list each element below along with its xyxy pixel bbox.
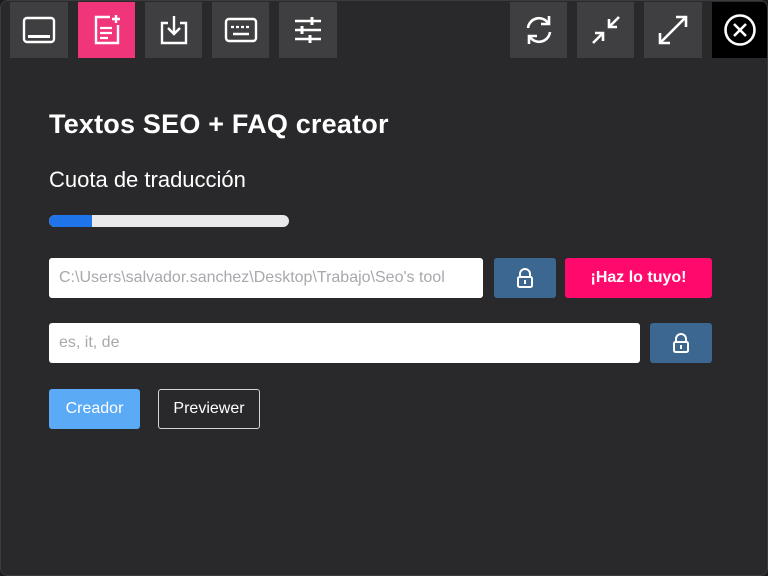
languages-lock-button[interactable] [650, 323, 712, 363]
refresh-button[interactable] [510, 2, 567, 58]
window-toggle-button[interactable] [10, 2, 68, 58]
keyboard-icon [224, 17, 257, 43]
previewer-button[interactable]: Previewer [158, 389, 260, 429]
maximize-icon [658, 15, 688, 45]
path-lock-button[interactable] [494, 258, 556, 298]
quota-progress-fill [49, 215, 93, 227]
lock-icon [517, 268, 533, 288]
maximize-button[interactable] [644, 2, 702, 58]
creator-button[interactable]: Creador [49, 389, 140, 429]
sliders-icon [295, 17, 321, 43]
keyboard-button[interactable] [212, 2, 269, 58]
minimize-button[interactable] [577, 2, 634, 58]
window-icon [22, 16, 56, 44]
app-window: Textos SEO + FAQ creator Cuota de traduc… [0, 0, 768, 576]
quota-progress-bar [49, 215, 289, 227]
do-it-yourself-button[interactable]: ¡Haz lo tuyo! [565, 258, 712, 298]
new-document-button[interactable] [78, 2, 135, 58]
minimize-icon [591, 16, 620, 44]
settings-sliders-button[interactable] [279, 2, 337, 58]
path-input[interactable] [49, 258, 483, 298]
refresh-icon [526, 16, 551, 44]
new-document-icon [94, 15, 120, 45]
close-button[interactable] [712, 2, 767, 58]
download-icon [160, 16, 187, 45]
quota-label: Cuota de traducción [49, 167, 246, 192]
download-button[interactable] [145, 2, 202, 58]
languages-input[interactable] [49, 323, 640, 363]
close-icon [723, 14, 756, 46]
lock-icon [673, 333, 689, 353]
page-title: Textos SEO + FAQ creator [49, 109, 389, 139]
